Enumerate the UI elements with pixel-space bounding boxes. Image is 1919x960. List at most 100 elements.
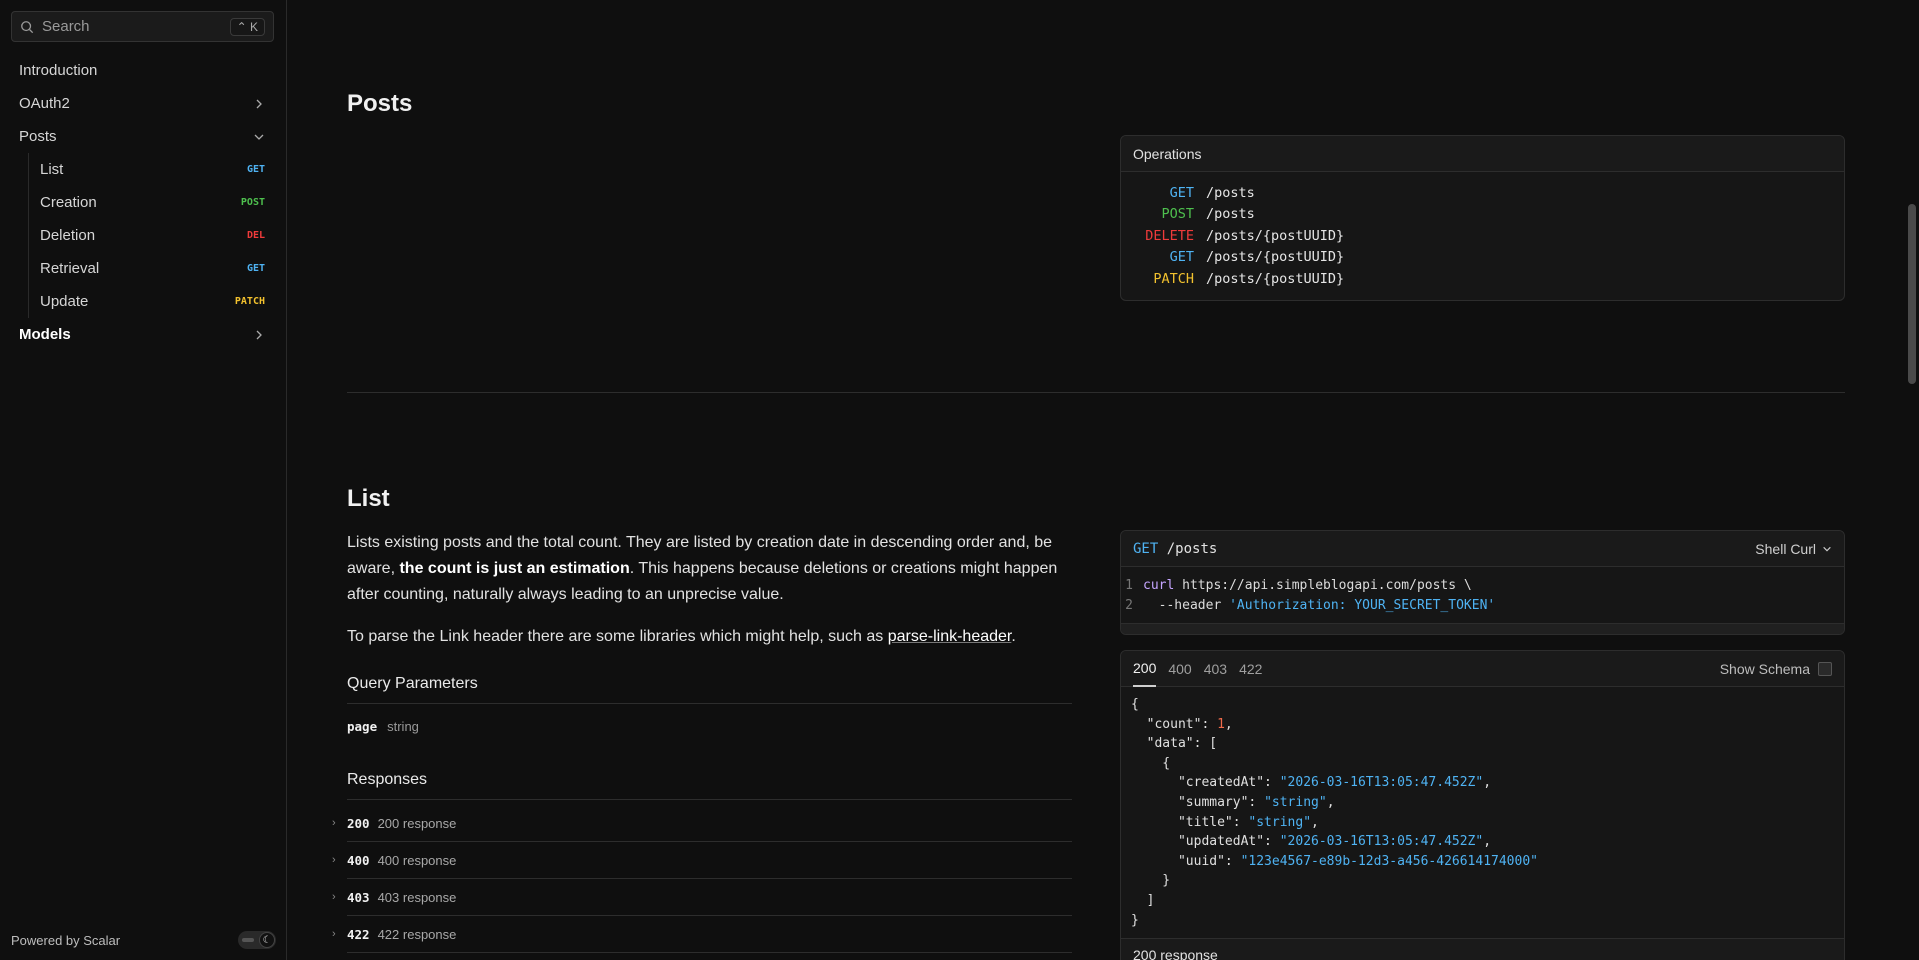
chevron-right-icon: ›	[332, 891, 336, 903]
operations-list: GET /posts POST /posts DELETE /posts/{po…	[1121, 172, 1844, 300]
response-json: { "count": 1, "data": [ { "createdAt": "…	[1131, 697, 1538, 928]
sidebar-item-label: Deletion	[40, 227, 96, 244]
method-badge: GET	[246, 164, 265, 175]
sidebar-item-list[interactable]: List GET	[0, 153, 287, 186]
desc-bold-text: the count is just an estimation	[399, 560, 630, 577]
sidebar-item-label: Update	[40, 293, 89, 310]
sidebar-item-models[interactable]: Models	[0, 318, 287, 351]
operation-method: POST	[1161, 206, 1194, 223]
operation-row[interactable]: DELETE /posts/{postUUID}	[1121, 225, 1844, 247]
operation-method: GET	[1169, 249, 1194, 266]
response-row-422[interactable]: › 422 422 response	[332, 916, 1072, 953]
sidebar-item-oauth2[interactable]: OAuth2	[0, 87, 287, 120]
sidebar-item-deletion[interactable]: Deletion DEL	[0, 219, 287, 252]
operation-method: PATCH	[1153, 270, 1194, 287]
request-code-block: 1 curl https://api.simpleblogapi.com/pos…	[1121, 567, 1844, 623]
sidebar-item-label: Posts	[19, 128, 57, 145]
parse-link-header-link[interactable]: parse-link-header	[888, 628, 1012, 645]
subnav-guide-line	[28, 153, 29, 318]
operation-path: /posts	[1206, 206, 1255, 223]
operation-row[interactable]: PATCH /posts/{postUUID}	[1121, 268, 1844, 290]
client-selector[interactable]: Shell Curl	[1755, 541, 1832, 557]
response-label: 403 response	[377, 889, 457, 905]
json-value: "string"	[1248, 814, 1312, 830]
chevron-right-icon: ›	[332, 928, 336, 940]
show-schema-toggle[interactable]: Show Schema	[1720, 661, 1832, 677]
operation-path: /posts/{postUUID}	[1206, 270, 1345, 287]
response-code: 200	[347, 815, 370, 831]
method-badge: DEL	[246, 230, 265, 241]
responses-heading: Responses	[347, 771, 1072, 800]
chevron-right-icon: ›	[332, 817, 336, 829]
operation-row[interactable]: GET /posts	[1121, 182, 1844, 204]
code-token: --header	[1158, 597, 1222, 613]
sidebar-item-label: Retrieval	[40, 260, 100, 277]
code-line: 1 curl https://api.simpleblogapi.com/pos…	[1121, 575, 1844, 595]
operation-row[interactable]: POST /posts	[1121, 204, 1844, 226]
code-token: 'Authorization: YOUR_SECRET_TOKEN'	[1229, 597, 1496, 613]
param-name: page	[347, 719, 378, 734]
sidebar-item-label: List	[40, 161, 64, 178]
line-number: 2	[1125, 597, 1133, 613]
operation-path: /posts/{postUUID}	[1206, 227, 1345, 244]
show-schema-label: Show Schema	[1719, 660, 1810, 677]
powered-by-link[interactable]: Powered by Scalar	[11, 933, 120, 948]
tab-200[interactable]: 200	[1133, 651, 1157, 687]
code-line: 2 --header 'Authorization: YOUR_SECRET_T…	[1121, 595, 1844, 615]
json-value: "2026-03-16T13:05:47.452Z"	[1279, 834, 1484, 850]
search-input[interactable]: Search ⌃ K	[11, 11, 274, 42]
sidebar-item-update[interactable]: Update PATCH	[0, 285, 287, 318]
operation-method: GET	[1169, 184, 1194, 201]
line-number: 1	[1125, 577, 1133, 593]
code-token: curl	[1143, 577, 1175, 593]
json-value: "string"	[1264, 794, 1327, 810]
chevron-right-icon	[256, 99, 262, 108]
sidebar-item-label: OAuth2	[19, 95, 70, 112]
operation-row[interactable]: GET /posts/{postUUID}	[1121, 247, 1844, 269]
response-row-400[interactable]: › 400 400 response	[332, 842, 1072, 879]
code-token: https://api.simpleblogapi.com/posts \	[1182, 577, 1472, 593]
sidebar: Search ⌃ K Introduction OAuth2 Posts Lis…	[0, 0, 287, 960]
list-description-links: To parse the Link header there are some …	[347, 624, 1067, 650]
operation-method: DELETE	[1145, 227, 1194, 244]
page-scrollbar[interactable]	[1905, 0, 1919, 960]
sidebar-item-retrieval[interactable]: Retrieval GET	[0, 252, 287, 285]
chevron-right-icon: ›	[332, 854, 336, 866]
chevron-down-icon	[254, 134, 264, 140]
sidebar-nav: Introduction OAuth2 Posts List GET Creat…	[0, 54, 287, 351]
chevron-right-icon	[256, 330, 262, 339]
tab-422[interactable]: 422	[1239, 651, 1262, 687]
method-badge: POST	[240, 197, 265, 208]
operations-card: Operations GET /posts POST /posts DELETE…	[1120, 135, 1845, 301]
request-card-footer	[1121, 623, 1844, 634]
tab-400[interactable]: 400	[1168, 651, 1191, 687]
section-title-posts: Posts	[347, 90, 413, 117]
response-label: 422 response	[377, 926, 457, 942]
chevron-down-icon	[1823, 546, 1831, 551]
sidebar-item-introduction[interactable]: Introduction	[0, 54, 287, 87]
scrollbar-thumb[interactable]	[1908, 204, 1916, 384]
show-schema-checkbox[interactable]	[1818, 661, 1832, 676]
search-icon	[21, 20, 34, 33]
method-badge: GET	[246, 263, 265, 274]
response-label: 400 response	[377, 852, 457, 868]
request-endpoint: GET /posts	[1133, 541, 1217, 557]
json-value: "123e4567-e89b-12d3-a456-426614174000"	[1240, 853, 1538, 869]
response-row-403[interactable]: › 403 403 response	[332, 879, 1072, 916]
main-content: Posts Operations GET /posts POST /posts …	[288, 0, 1905, 960]
response-row-200[interactable]: › 200 200 response	[332, 805, 1072, 842]
section-divider	[347, 392, 1845, 393]
tab-403[interactable]: 403	[1204, 651, 1227, 687]
toggle-track	[242, 938, 254, 942]
request-method: GET	[1133, 540, 1159, 557]
sidebar-item-posts[interactable]: Posts	[0, 120, 287, 153]
method-badge: PATCH	[234, 296, 265, 307]
response-tabs: 200 400 403 422 Show Schema	[1121, 651, 1844, 687]
response-code: 422	[347, 926, 370, 942]
sidebar-item-creation[interactable]: Creation POST	[0, 186, 287, 219]
response-example-card: 200 400 403 422 Show Schema { "count": 1…	[1120, 650, 1845, 960]
operations-card-title: Operations	[1121, 136, 1844, 172]
param-type: string	[387, 719, 419, 734]
dark-mode-toggle[interactable]: ☾	[238, 931, 276, 949]
section-title-list: List	[347, 485, 390, 512]
